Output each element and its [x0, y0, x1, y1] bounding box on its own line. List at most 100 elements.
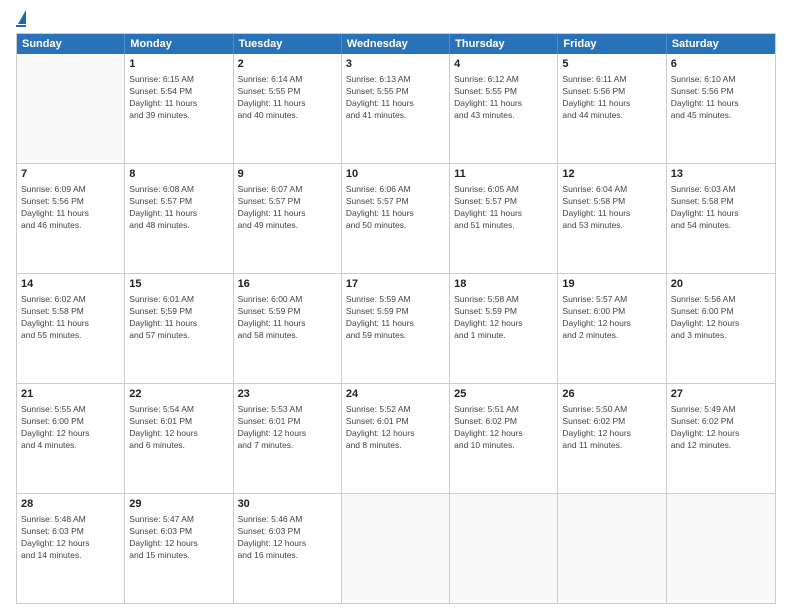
calendar-row-5: 28 Sunrise: 5:48 AM Sunset: 6:03 PM Dayli…	[17, 494, 775, 603]
day-detail: Sunrise: 6:11 AM Sunset: 5:56 PM Dayligh…	[562, 74, 630, 120]
day-number: 27	[671, 387, 771, 402]
day-number: 28	[21, 497, 120, 512]
day-cell-12: 12 Sunrise: 6:04 AM Sunset: 5:58 PM Dayli…	[558, 164, 666, 273]
day-detail: Sunrise: 5:48 AM Sunset: 6:03 PM Dayligh…	[21, 514, 90, 560]
day-cell-21: 21 Sunrise: 5:55 AM Sunset: 6:00 PM Dayli…	[17, 384, 125, 493]
calendar-row-2: 7 Sunrise: 6:09 AM Sunset: 5:56 PM Daylig…	[17, 164, 775, 274]
header-day-friday: Friday	[558, 34, 666, 54]
day-detail: Sunrise: 5:52 AM Sunset: 6:01 PM Dayligh…	[346, 404, 415, 450]
day-number: 6	[671, 57, 771, 72]
day-detail: Sunrise: 6:06 AM Sunset: 5:57 PM Dayligh…	[346, 184, 414, 230]
calendar-row-1: 1 Sunrise: 6:15 AM Sunset: 5:54 PM Daylig…	[17, 54, 775, 164]
header	[16, 12, 776, 27]
day-number: 30	[238, 497, 337, 512]
day-cell-8: 8Sunrise: 6:08 AM Sunset: 5:57 PM Daylig…	[125, 164, 233, 273]
day-cell-empty	[667, 494, 775, 603]
day-cell-14: 14 Sunrise: 6:02 AM Sunset: 5:58 PM Dayli…	[17, 274, 125, 383]
day-number: 8	[129, 167, 228, 182]
day-detail: Sunrise: 6:10 AM Sunset: 5:56 PM Dayligh…	[671, 74, 739, 120]
day-cell-10: 10 Sunrise: 6:06 AM Sunset: 5:57 PM Dayli…	[342, 164, 450, 273]
day-detail: Sunrise: 6:07 AM Sunset: 5:57 PM Dayligh…	[238, 184, 306, 230]
day-number: 12	[562, 167, 661, 182]
day-cell-2: 2 Sunrise: 6:14 AM Sunset: 5:55 PM Daylig…	[234, 54, 342, 163]
day-detail: Sunrise: 6:00 AM Sunset: 5:59 PM Dayligh…	[238, 294, 306, 340]
day-detail: Sunrise: 5:54 AM Sunset: 6:01 PM Dayligh…	[129, 404, 198, 450]
day-number: 13	[671, 167, 771, 182]
day-cell-20: 20 Sunrise: 5:56 AM Sunset: 6:00 PM Dayli…	[667, 274, 775, 383]
logo-text	[16, 12, 26, 24]
day-cell-26: 26Sunrise: 5:50 AM Sunset: 6:02 PM Dayli…	[558, 384, 666, 493]
header-day-monday: Monday	[125, 34, 233, 54]
day-cell-25: 25Sunrise: 5:51 AM Sunset: 6:02 PM Dayli…	[450, 384, 558, 493]
day-number: 18	[454, 277, 553, 292]
day-cell-5: 5 Sunrise: 6:11 AM Sunset: 5:56 PM Daylig…	[558, 54, 666, 163]
logo-underline	[16, 25, 26, 27]
calendar-row-4: 21 Sunrise: 5:55 AM Sunset: 6:00 PM Dayli…	[17, 384, 775, 494]
day-number: 9	[238, 167, 337, 182]
day-detail: Sunrise: 5:51 AM Sunset: 6:02 PM Dayligh…	[454, 404, 523, 450]
day-detail: Sunrise: 6:15 AM Sunset: 5:54 PM Dayligh…	[129, 74, 197, 120]
day-number: 7	[21, 167, 120, 182]
day-cell-28: 28 Sunrise: 5:48 AM Sunset: 6:03 PM Dayli…	[17, 494, 125, 603]
day-cell-6: 6 Sunrise: 6:10 AM Sunset: 5:56 PM Daylig…	[667, 54, 775, 163]
day-detail: Sunrise: 5:59 AM Sunset: 5:59 PM Dayligh…	[346, 294, 414, 340]
calendar-header: SundayMondayTuesdayWednesdayThursdayFrid…	[17, 34, 775, 54]
day-number: 4	[454, 57, 553, 72]
day-cell-1: 1 Sunrise: 6:15 AM Sunset: 5:54 PM Daylig…	[125, 54, 233, 163]
page: SundayMondayTuesdayWednesdayThursdayFrid…	[0, 0, 792, 612]
day-detail: Sunrise: 5:46 AM Sunset: 6:03 PM Dayligh…	[238, 514, 307, 560]
day-cell-24: 24 Sunrise: 5:52 AM Sunset: 6:01 PM Dayli…	[342, 384, 450, 493]
day-number: 17	[346, 277, 445, 292]
day-number: 14	[21, 277, 120, 292]
header-day-wednesday: Wednesday	[342, 34, 450, 54]
day-detail: Sunrise: 6:12 AM Sunset: 5:55 PM Dayligh…	[454, 74, 522, 120]
day-cell-22: 22Sunrise: 5:54 AM Sunset: 6:01 PM Dayli…	[125, 384, 233, 493]
day-cell-4: 4 Sunrise: 6:12 AM Sunset: 5:55 PM Daylig…	[450, 54, 558, 163]
day-cell-11: 11 Sunrise: 6:05 AM Sunset: 5:57 PM Dayli…	[450, 164, 558, 273]
day-detail: Sunrise: 6:01 AM Sunset: 5:59 PM Dayligh…	[129, 294, 197, 340]
day-number: 1	[129, 57, 228, 72]
logo-triangle-icon	[18, 10, 26, 24]
day-number: 11	[454, 167, 553, 182]
day-number: 16	[238, 277, 337, 292]
day-number: 2	[238, 57, 337, 72]
header-day-tuesday: Tuesday	[234, 34, 342, 54]
day-number: 3	[346, 57, 445, 72]
calendar-body: 1 Sunrise: 6:15 AM Sunset: 5:54 PM Daylig…	[17, 54, 775, 603]
header-day-saturday: Saturday	[667, 34, 775, 54]
logo	[16, 12, 26, 27]
day-cell-23: 23Sunrise: 5:53 AM Sunset: 6:01 PM Dayli…	[234, 384, 342, 493]
day-cell-7: 7 Sunrise: 6:09 AM Sunset: 5:56 PM Daylig…	[17, 164, 125, 273]
day-cell-16: 16 Sunrise: 6:00 AM Sunset: 5:59 PM Dayli…	[234, 274, 342, 383]
day-cell-empty	[558, 494, 666, 603]
day-cell-15: 15 Sunrise: 6:01 AM Sunset: 5:59 PM Dayli…	[125, 274, 233, 383]
day-detail: Sunrise: 5:49 AM Sunset: 6:02 PM Dayligh…	[671, 404, 740, 450]
day-cell-30: 30 Sunrise: 5:46 AM Sunset: 6:03 PM Dayli…	[234, 494, 342, 603]
day-cell-13: 13 Sunrise: 6:03 AM Sunset: 5:58 PM Dayli…	[667, 164, 775, 273]
day-detail: Sunrise: 5:57 AM Sunset: 6:00 PM Dayligh…	[562, 294, 631, 340]
day-cell-27: 27 Sunrise: 5:49 AM Sunset: 6:02 PM Dayli…	[667, 384, 775, 493]
day-detail: Sunrise: 6:09 AM Sunset: 5:56 PM Dayligh…	[21, 184, 89, 230]
day-number: 20	[671, 277, 771, 292]
day-number: 10	[346, 167, 445, 182]
day-detail: Sunrise: 5:55 AM Sunset: 6:00 PM Dayligh…	[21, 404, 90, 450]
day-detail: Sunrise: 6:02 AM Sunset: 5:58 PM Dayligh…	[21, 294, 89, 340]
day-cell-19: 19Sunrise: 5:57 AM Sunset: 6:00 PM Dayli…	[558, 274, 666, 383]
day-detail: Sunrise: 6:04 AM Sunset: 5:58 PM Dayligh…	[562, 184, 630, 230]
day-number: 21	[21, 387, 120, 402]
day-detail: Sunrise: 6:14 AM Sunset: 5:55 PM Dayligh…	[238, 74, 306, 120]
day-number: 15	[129, 277, 228, 292]
day-detail: Sunrise: 5:50 AM Sunset: 6:02 PM Dayligh…	[562, 404, 631, 450]
day-number: 24	[346, 387, 445, 402]
day-detail: Sunrise: 6:05 AM Sunset: 5:57 PM Dayligh…	[454, 184, 522, 230]
day-number: 5	[562, 57, 661, 72]
day-detail: Sunrise: 5:47 AM Sunset: 6:03 PM Dayligh…	[129, 514, 198, 560]
day-cell-9: 9 Sunrise: 6:07 AM Sunset: 5:57 PM Daylig…	[234, 164, 342, 273]
day-cell-empty	[342, 494, 450, 603]
day-detail: Sunrise: 5:58 AM Sunset: 5:59 PM Dayligh…	[454, 294, 523, 340]
day-detail: Sunrise: 5:53 AM Sunset: 6:01 PM Dayligh…	[238, 404, 307, 450]
day-detail: Sunrise: 5:56 AM Sunset: 6:00 PM Dayligh…	[671, 294, 740, 340]
day-detail: Sunrise: 6:13 AM Sunset: 5:55 PM Dayligh…	[346, 74, 414, 120]
day-detail: Sunrise: 6:03 AM Sunset: 5:58 PM Dayligh…	[671, 184, 739, 230]
header-day-thursday: Thursday	[450, 34, 558, 54]
